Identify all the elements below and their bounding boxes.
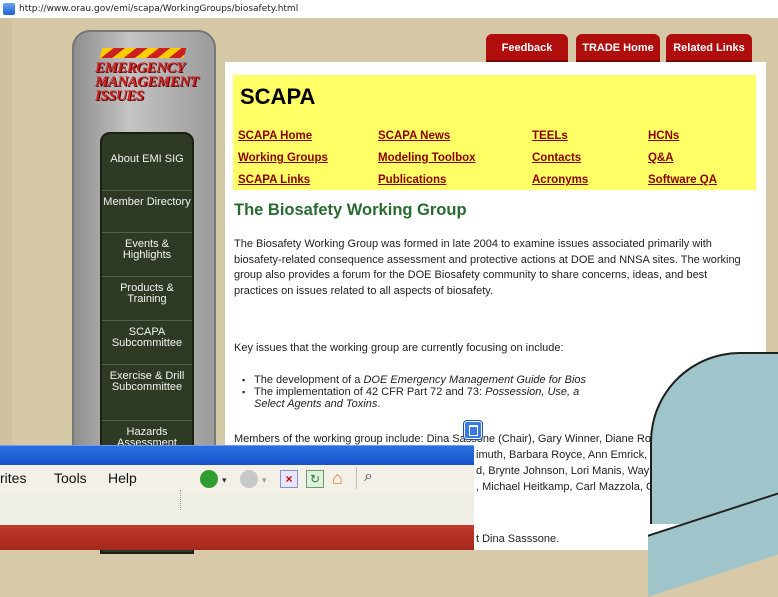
key-issues-intro: Key issues that the working group are cu… bbox=[234, 342, 564, 354]
link-qa[interactable]: Q&A bbox=[648, 152, 674, 164]
back-dropdown-icon[interactable]: ▾ bbox=[222, 475, 227, 486]
bullet-item: The development of a DOE Emergency Manag… bbox=[242, 374, 586, 386]
search-icon[interactable]: ⌕ bbox=[364, 468, 373, 486]
stop-icon[interactable]: × bbox=[280, 470, 298, 488]
back-icon[interactable] bbox=[200, 470, 218, 488]
bullet-item: The implementation of 42 CFR Part 72 and… bbox=[242, 386, 579, 410]
ie-page-icon bbox=[3, 3, 15, 15]
link-hcns[interactable]: HCNs bbox=[648, 130, 679, 142]
link-contacts[interactable]: Contacts bbox=[532, 152, 581, 164]
logo-text: EMERGENCY MANAGEMENT ISSUES bbox=[95, 60, 199, 104]
emi-logo[interactable]: EMERGENCY MANAGEMENT ISSUES bbox=[95, 48, 205, 118]
tab-trade-home[interactable]: TRADE Home bbox=[576, 34, 660, 62]
toolbar-grip bbox=[180, 490, 183, 510]
link-teels[interactable]: TEELs bbox=[532, 130, 568, 142]
working-group-heading: The Biosafety Working Group bbox=[234, 201, 467, 219]
ie-titlebar[interactable] bbox=[0, 445, 474, 466]
sidebar-item-about[interactable]: About EMI SIG bbox=[102, 154, 192, 165]
link-modeling-toolbox[interactable]: Modeling Toolbox bbox=[378, 152, 476, 164]
sidebar-item-events[interactable]: Events & Highlights bbox=[102, 232, 192, 261]
forward-dropdown-icon[interactable]: ▾ bbox=[262, 475, 267, 486]
ie-window-fragment: rites Tools Help ▾ ▾ × ↻ ⌂ ⌕ bbox=[0, 445, 474, 550]
sidebar-item-member-directory[interactable]: Member Directory bbox=[102, 190, 192, 208]
tab-feedback[interactable]: Feedback bbox=[486, 34, 568, 62]
address-url[interactable]: http://www.orau.gov/emi/scapa/WorkingGro… bbox=[19, 4, 298, 14]
hazard-stripe-icon bbox=[99, 48, 187, 58]
ie-red-bar bbox=[0, 525, 474, 550]
link-scapa-news[interactable]: SCAPA News bbox=[378, 130, 450, 142]
page-title: SCAPA bbox=[240, 84, 316, 109]
menu-tools[interactable]: Tools bbox=[54, 470, 87, 486]
maximize-icon bbox=[469, 425, 478, 436]
sidebar-item-products[interactable]: Products & Training bbox=[102, 276, 192, 305]
refresh-icon[interactable]: ↻ bbox=[306, 470, 324, 488]
menu-favorites[interactable]: rites bbox=[0, 470, 26, 486]
link-software-qa[interactable]: Software QA bbox=[648, 174, 717, 186]
forward-icon[interactable] bbox=[240, 470, 258, 488]
link-publications[interactable]: Publications bbox=[378, 174, 446, 186]
contact-line: t Dina Sasssone. bbox=[476, 533, 560, 545]
tab-related-links[interactable]: Related Links bbox=[666, 34, 752, 62]
intro-paragraph: The Biosafety Working Group was formed i… bbox=[234, 238, 741, 297]
link-acronyms[interactable]: Acronyms bbox=[532, 174, 588, 186]
home-icon[interactable]: ⌂ bbox=[332, 468, 343, 489]
ie-menubar: rites Tools Help ▾ ▾ × ↻ ⌂ ⌕ bbox=[0, 465, 474, 510]
link-scapa-links[interactable]: SCAPA Links bbox=[238, 174, 310, 186]
maximize-button[interactable] bbox=[464, 421, 482, 439]
sidebar-item-exercise[interactable]: Exercise & Drill Subcommittee bbox=[102, 364, 192, 393]
link-working-groups[interactable]: Working Groups bbox=[238, 152, 328, 164]
link-scapa-home[interactable]: SCAPA Home bbox=[238, 130, 312, 142]
address-bar[interactable]: http://www.orau.gov/emi/scapa/WorkingGro… bbox=[0, 0, 778, 19]
toolbar-separator bbox=[356, 467, 357, 489]
menu-help[interactable]: Help bbox=[108, 470, 137, 486]
sidebar-item-scapa[interactable]: SCAPA Subcommittee bbox=[102, 320, 192, 349]
